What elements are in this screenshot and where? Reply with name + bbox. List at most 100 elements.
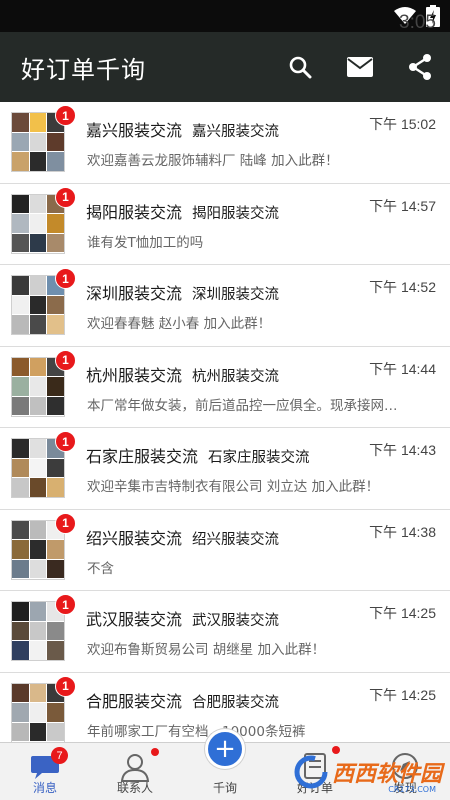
group-title: 嘉兴服装交流 — [86, 121, 183, 140]
share-button[interactable] — [390, 32, 450, 102]
avatar-tile — [29, 458, 47, 478]
list-item[interactable]: 1 武汉服装交流 武汉服装交流 下午 14:25 欢迎布鲁斯贸易公司 胡继星 加入此群！ — [0, 591, 450, 673]
avatar-tile — [29, 703, 47, 722]
status-bar: 3:05 — [0, 0, 450, 33]
group-title: 合肥服装交流 — [86, 691, 183, 711]
list-item[interactable]: 1 揭阳服装交流 揭阳服装交流 下午 14:57 谁有发T恤加工的吗 — [0, 184, 450, 265]
group-title: 绍兴服装交流 — [86, 528, 183, 548]
avatar-tile — [47, 295, 64, 315]
app-title: 好订单千询 — [21, 55, 146, 84]
group-title: 武汉服装交流 — [86, 610, 183, 629]
avatar-tile — [12, 315, 29, 334]
avatar-tile — [47, 458, 64, 478]
message-time: 下午 14:57 — [369, 197, 436, 214]
share-icon — [409, 54, 431, 80]
group-subtitle: 揭阳服装交流 — [192, 205, 280, 222]
avatar-tile — [29, 722, 47, 742]
avatar-tile — [47, 621, 64, 641]
message-time: 下午 14:43 — [369, 442, 436, 458]
avatar-tile — [12, 559, 29, 579]
avatar-tile — [29, 377, 47, 396]
message-preview: 不含 — [87, 560, 114, 577]
avatar-tile — [12, 703, 29, 722]
avatar-tile — [29, 621, 47, 641]
group-title: 揭阳服装交流 — [86, 202, 183, 222]
avatar-tile — [12, 233, 29, 253]
message-preview: 欢迎春春魅 赵小春 加入此群！ — [87, 316, 272, 332]
avatar-tile — [29, 683, 47, 703]
avatar-tile — [47, 377, 64, 396]
avatar-tile — [12, 132, 29, 152]
message-time: 下午 14:38 — [369, 523, 436, 540]
avatar-tile — [12, 357, 29, 377]
avatar-tile — [47, 396, 64, 416]
avatar-tile — [12, 214, 29, 233]
unread-badge: 1 — [55, 105, 76, 126]
avatar-tile — [29, 439, 47, 458]
group-subtitle: 嘉兴服装交流 — [192, 124, 280, 140]
tab-messages[interactable]: 7 消息 — [0, 743, 90, 800]
plus-icon[interactable]: + — [205, 729, 245, 769]
avatar-tile — [12, 540, 29, 559]
conversation-list[interactable]: 1 嘉兴服装交流 嘉兴服装交流 下午 15:02 欢迎嘉善云龙服饰辅料厂 陆峰 加入此群… — [0, 102, 450, 742]
group-name: 石家庄服装交流 石家庄服装交流 — [86, 443, 310, 467]
contacts-dot — [151, 748, 159, 756]
message-time: 下午 14:25 — [369, 605, 436, 621]
list-item[interactable]: 1 嘉兴服装交流 嘉兴服装交流 下午 15:02 欢迎嘉善云龙服饰辅料厂 陆峰 加入此群… — [0, 102, 450, 184]
avatar-tile — [47, 132, 64, 152]
group-subtitle: 石家庄服装交流 — [208, 450, 310, 466]
avatar-tile — [29, 641, 47, 660]
list-item[interactable]: 1 深圳服装交流 深圳服装交流 下午 14:52 欢迎春春魅 赵小春 加入此群！ — [0, 265, 450, 347]
search-button[interactable] — [270, 32, 330, 102]
avatar-tile — [12, 194, 29, 214]
tab-label: 千询 — [212, 781, 237, 795]
group-name: 绍兴服装交流 绍兴服装交流 — [86, 525, 279, 549]
contact-person-icon — [120, 754, 150, 782]
message-preview: 本厂常年做女装，前后道品控一应俱全。现承接网… — [87, 397, 398, 414]
mail-button[interactable] — [330, 32, 390, 102]
avatar-tile — [12, 683, 29, 703]
watermark-url: CR173.COM — [388, 785, 436, 794]
group-name: 深圳服装交流 深圳服装交流 — [86, 280, 279, 304]
list-item[interactable]: 1 杭州服装交流 杭州服装交流 下午 14:44 本厂常年做女装，前后道品控一应俱全。现… — [0, 347, 450, 428]
watermark-text: 西西软件园 — [332, 762, 443, 787]
avatar-tile — [47, 315, 64, 334]
avatar-tile — [47, 214, 64, 233]
avatar-tile — [12, 641, 29, 660]
tab-contacts[interactable]: 联系人 — [90, 743, 180, 800]
avatar-tile — [12, 152, 29, 171]
tab-qianxun[interactable]: + 千询 — [180, 729, 270, 800]
avatar-tile — [47, 703, 64, 722]
avatar-tile — [12, 396, 29, 416]
avatar-tile — [29, 132, 47, 152]
unread-badge: 1 — [55, 512, 76, 534]
avatar-tile — [12, 377, 29, 396]
group-title: 深圳服装交流 — [86, 284, 183, 303]
message-preview: 谁有发T恤加工的吗 — [87, 234, 204, 251]
avatar-tile — [12, 439, 29, 458]
message-preview: 年前哪家工厂有空档，10000条短裤 — [87, 723, 306, 740]
message-preview: 欢迎布鲁斯贸易公司 胡继星 加入此群！ — [87, 642, 326, 658]
avatar-tile — [29, 214, 47, 233]
tab-label: 联系人 — [116, 781, 153, 795]
avatar-tile — [12, 520, 29, 540]
avatar-tile — [29, 315, 47, 334]
list-item[interactable]: 1 石家庄服装交流 石家庄服装交流 下午 14:43 欢迎辛集市吉特制衣有限公司 刘立达… — [0, 428, 450, 510]
list-item[interactable]: 1 绍兴服装交流 绍兴服装交流 下午 14:38 不含 — [0, 510, 450, 591]
avatar-tile — [29, 478, 47, 497]
group-subtitle: 合肥服装交流 — [192, 694, 280, 711]
group-subtitle: 杭州服装交流 — [192, 368, 280, 385]
unread-badge: 1 — [55, 675, 76, 697]
group-name: 揭阳服装交流 揭阳服装交流 — [86, 199, 279, 223]
group-title: 杭州服装交流 — [86, 365, 183, 385]
group-name: 嘉兴服装交流 嘉兴服装交流 — [86, 117, 279, 141]
avatar-tile — [12, 458, 29, 478]
group-name: 合肥服装交流 合肥服装交流 — [86, 688, 279, 712]
avatar-tile — [47, 722, 64, 742]
avatar-tile — [47, 540, 64, 559]
avatar-tile — [29, 540, 47, 559]
watermark-c-icon — [294, 755, 328, 789]
avatar-tile — [12, 478, 29, 497]
avatar-tile — [12, 602, 29, 621]
avatar-tile — [29, 233, 47, 253]
